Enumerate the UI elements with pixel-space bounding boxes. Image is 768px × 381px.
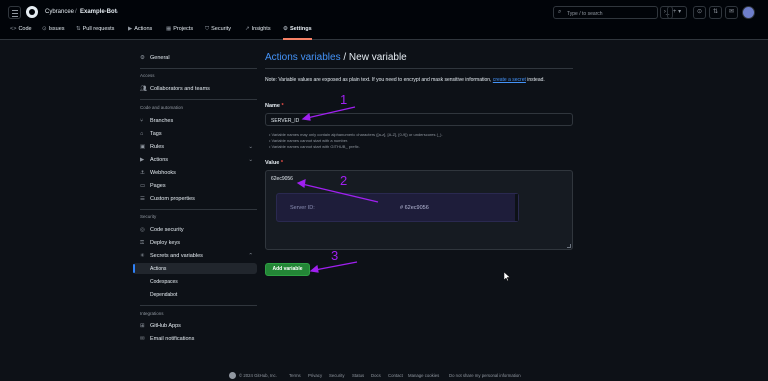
footer-link-manage-cookies[interactable]: Manage cookies [408,373,439,378]
annotation-number-3: 3 [331,248,338,263]
annotation-arrow-3 [314,261,358,271]
annotation-number-2: 2 [340,173,347,188]
footer-link-docs[interactable]: Docs [371,373,381,378]
footer: © 2024 GitHub, Inc. Terms Privacy Securi… [0,371,768,381]
tutorial-annotations: 1 2 3 [296,92,379,273]
annotation-arrowhead-2 [296,179,306,189]
github-footer-logo [229,372,236,379]
mouse-cursor-icon [503,271,511,283]
footer-link-status[interactable]: Status [352,373,364,378]
footer-link-security[interactable]: Security [329,373,345,378]
footer-link-privacy[interactable]: Privacy [308,373,322,378]
annotation-arrowhead-1 [301,112,311,121]
annotation-arrowhead-3 [309,264,319,273]
footer-copyright: © 2024 GitHub, Inc. [239,373,277,378]
footer-link-terms[interactable]: Terms [289,373,301,378]
annotation-number-1: 1 [340,92,347,107]
footer-link-do-not-share[interactable]: Do not share my personal information [449,373,521,378]
footer-link-contact[interactable]: Contact [388,373,403,378]
annotation-arrow-1 [306,106,356,119]
